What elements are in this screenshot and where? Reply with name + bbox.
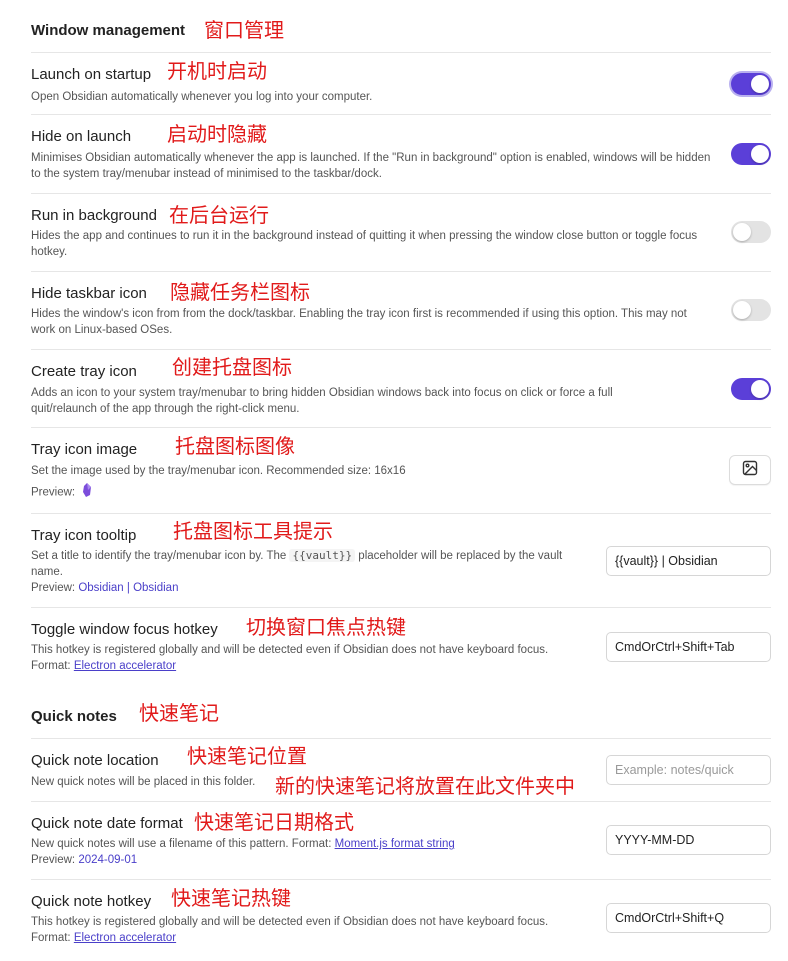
toggle-knob xyxy=(751,145,769,163)
setting-title-quick-note-hotkey: Quick note hotkey xyxy=(31,893,152,910)
preview-value: Obsidian | Obsidian xyxy=(78,582,179,594)
divider xyxy=(31,193,771,194)
divider xyxy=(31,801,771,802)
obsidian-logo-icon xyxy=(82,483,92,502)
format-line: Format: Electron accelerator xyxy=(31,930,176,946)
annotation-hide-on-launch: 启动时隐藏 xyxy=(167,122,267,146)
electron-accelerator-link[interactable]: Electron accelerator xyxy=(74,660,176,672)
setting-desc-toggle-focus-hotkey: This hotkey is registered globally and w… xyxy=(31,644,549,656)
setting-title-toggle-focus-hotkey: Toggle window focus hotkey xyxy=(31,621,218,638)
desc-text: New quick notes will use a filename of t… xyxy=(31,838,332,850)
tooltip-preview: Preview: Obsidian | Obsidian xyxy=(31,580,178,596)
image-icon xyxy=(742,460,758,481)
divider xyxy=(31,349,771,350)
annotation-window-management: 窗口管理 xyxy=(204,18,284,42)
divider xyxy=(31,52,771,53)
preview-value: 2024-09-01 xyxy=(78,854,138,866)
toggle-launch-on-startup[interactable] xyxy=(731,73,771,95)
quick-note-hotkey-input[interactable] xyxy=(606,903,771,933)
annotation-tray-icon-image: 托盘图标图像 xyxy=(175,434,295,458)
setting-title-quick-note-date-format: Quick note date format xyxy=(31,815,183,832)
toggle-knob xyxy=(751,380,769,398)
setting-title-tray-icon-image: Tray icon image xyxy=(31,441,138,458)
moment-format-link[interactable]: Moment.js format string xyxy=(335,838,455,850)
divider xyxy=(31,114,771,115)
preview-label: Preview: xyxy=(31,486,76,499)
toggle-hide-taskbar-icon[interactable] xyxy=(731,299,771,321)
setting-desc-quick-note-hotkey: This hotkey is registered globally and w… xyxy=(31,916,549,928)
annotation-quick-note-location-desc: 新的快速笔记将放置在此文件夹中 xyxy=(275,774,575,798)
annotation-tray-icon-tooltip: 托盘图标工具提示 xyxy=(173,519,333,543)
annotation-hide-taskbar-icon: 隐藏任务栏图标 xyxy=(170,280,310,304)
divider xyxy=(31,738,771,739)
setting-title-launch-on-startup: Launch on startup xyxy=(31,66,152,83)
toggle-knob xyxy=(751,75,769,93)
divider xyxy=(31,513,771,514)
annotation-launch-on-startup: 开机时启动 xyxy=(167,59,267,83)
setting-title-hide-on-launch: Hide on launch xyxy=(31,128,132,145)
annotation-toggle-focus-hotkey: 切换窗口焦点热键 xyxy=(246,615,406,639)
divider xyxy=(31,607,771,608)
tray-icon-tooltip-input[interactable] xyxy=(606,546,771,576)
toggle-focus-hotkey-input[interactable] xyxy=(606,632,771,662)
vault-placeholder-token: {{vault}} xyxy=(289,549,356,562)
quick-note-location-input[interactable] xyxy=(606,755,771,785)
date-format-preview: Preview: 2024-09-01 xyxy=(31,852,137,868)
section-heading-quick-notes: Quick notes xyxy=(31,708,117,725)
quick-note-date-format-input[interactable] xyxy=(606,825,771,855)
divider xyxy=(31,879,771,880)
choose-tray-image-button[interactable] xyxy=(729,455,771,485)
toggle-create-tray-icon[interactable] xyxy=(731,378,771,400)
setting-title-run-in-background: Run in background xyxy=(31,207,157,224)
setting-title-hide-taskbar-icon: Hide taskbar icon xyxy=(31,285,147,302)
setting-desc-run-in-background: Hides the app and continues to run it in… xyxy=(31,230,698,258)
toggle-knob xyxy=(733,223,751,241)
setting-title-create-tray-icon: Create tray icon xyxy=(31,363,137,380)
setting-desc-hide-on-launch: Minimises Obsidian automatically wheneve… xyxy=(31,152,711,180)
annotation-quick-note-hotkey: 快速笔记热键 xyxy=(171,886,291,910)
section-heading-window-management: Window management xyxy=(31,22,186,39)
preview-label: Preview: xyxy=(31,582,76,594)
toggle-knob xyxy=(733,301,751,319)
setting-desc-quick-note-location: New quick notes will be placed in this f… xyxy=(31,776,256,788)
setting-title-quick-note-location: Quick note location xyxy=(31,752,159,769)
format-label: Format: xyxy=(31,932,71,944)
preview-label: Preview: xyxy=(31,854,76,866)
annotation-quick-note-date-format: 快速笔记日期格式 xyxy=(194,810,354,834)
annotation-quick-note-location: 快速笔记位置 xyxy=(187,744,307,768)
setting-title-tray-icon-tooltip: Tray icon tooltip xyxy=(31,527,137,544)
tray-icon-preview: Preview: xyxy=(31,483,92,502)
setting-desc-tray-icon-image: Set the image used by the tray/menubar i… xyxy=(31,465,406,477)
setting-desc-hide-taskbar-icon: Hides the window's icon from from the do… xyxy=(31,308,687,336)
setting-desc-quick-note-date-format: New quick notes will use a filename of t… xyxy=(31,836,455,852)
annotation-run-in-background: 在后台运行 xyxy=(169,203,269,227)
format-line: Format: Electron accelerator xyxy=(31,658,176,674)
electron-accelerator-link[interactable]: Electron accelerator xyxy=(74,932,176,944)
divider xyxy=(31,271,771,272)
toggle-run-in-background[interactable] xyxy=(731,221,771,243)
desc-text: Set a title to identify the tray/menubar… xyxy=(31,550,287,562)
format-label: Format: xyxy=(31,660,71,672)
annotation-create-tray-icon: 创建托盘图标 xyxy=(172,355,292,379)
setting-desc-tray-icon-tooltip: Set a title to identify the tray/menubar… xyxy=(31,548,596,580)
setting-desc-create-tray-icon: Adds an icon to your system tray/menubar… xyxy=(31,387,613,415)
toggle-hide-on-launch[interactable] xyxy=(731,143,771,165)
divider xyxy=(31,427,771,428)
annotation-quick-notes: 快速笔记 xyxy=(139,701,219,725)
setting-desc-launch-on-startup: Open Obsidian automatically whenever you… xyxy=(31,91,373,103)
